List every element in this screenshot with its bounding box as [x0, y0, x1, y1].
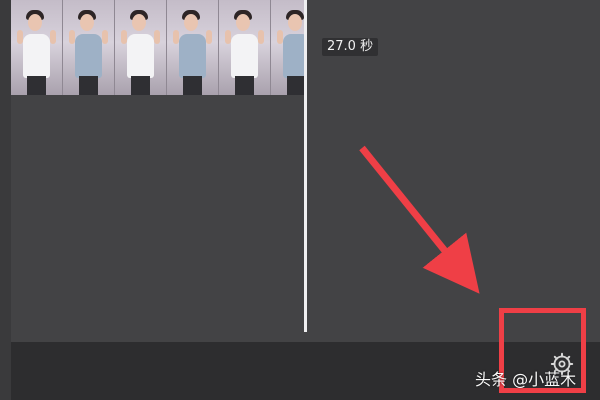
video-thumbnail	[63, 0, 115, 95]
playhead[interactable]	[304, 0, 307, 332]
video-thumbnail	[219, 0, 271, 95]
clip-duration-label: 27.0 秒	[322, 38, 379, 56]
left-panel-edge	[0, 0, 11, 400]
video-thumbnail	[115, 0, 167, 95]
video-thumbnail	[11, 0, 63, 95]
video-clip-filmstrip[interactable]	[11, 0, 304, 95]
watermark-text: 头条 @小蓝木	[475, 370, 577, 389]
video-thumbnail	[167, 0, 219, 95]
video-thumbnail	[271, 0, 304, 95]
editor-window: 27.0 秒 头条 @小蓝木	[0, 0, 600, 400]
